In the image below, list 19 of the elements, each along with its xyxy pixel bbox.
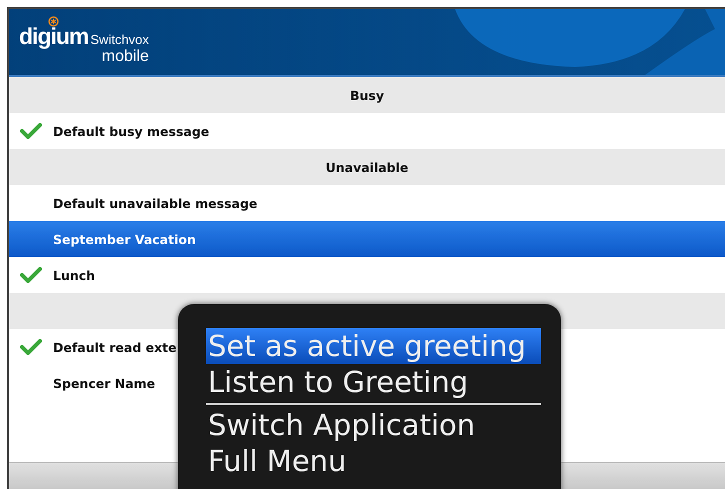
greeting-name: Default unavailable message: [53, 196, 258, 210]
app-subtitle: mobile: [102, 48, 149, 66]
product-name: Switchvox: [90, 32, 149, 47]
section-title: Unavailable: [326, 160, 408, 174]
menu-item[interactable]: Full Menu: [206, 443, 348, 479]
greeting-row[interactable]: September Vacation: [9, 221, 725, 257]
menu-item[interactable]: Set as active greeting: [206, 328, 541, 364]
greeting-name: September Vacation: [53, 232, 196, 246]
greeting-row[interactable]: Default busy message: [9, 113, 725, 149]
section-title: Busy: [350, 88, 384, 102]
menu-item[interactable]: Listen to Greeting: [206, 364, 470, 400]
brand-logo-text: digium: [19, 23, 88, 50]
menu-item[interactable]: Switch Application: [206, 407, 478, 443]
greeting-name: Default read exte: [53, 340, 177, 354]
greeting-name: Default busy message: [53, 124, 210, 138]
greeting-row[interactable]: Lunch: [9, 257, 725, 293]
greeting-name: Lunch: [53, 268, 96, 282]
greeting-row[interactable]: Default unavailable message: [9, 185, 725, 221]
asterisk-icon: [48, 16, 59, 27]
